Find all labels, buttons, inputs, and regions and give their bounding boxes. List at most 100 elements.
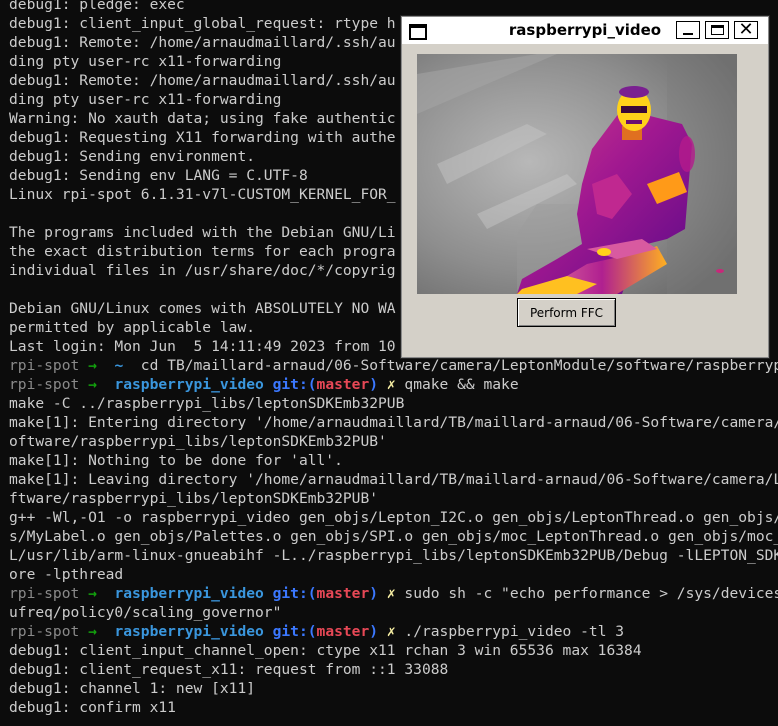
terminal-line: debug1: Sending environment.: [9, 147, 255, 166]
minimize-button[interactable]: [676, 21, 700, 39]
terminal-segment: oftware/raspberrypi_libs/leptonSDKEmb32P…: [9, 433, 387, 450]
terminal-segment: debug1: Remote: /home/arnaudmaillard/.ss…: [9, 34, 396, 51]
perform-ffc-button[interactable]: Perform FFC: [517, 298, 616, 327]
terminal-line: ore -lpthread: [9, 565, 123, 584]
terminal-line: oftware/raspberrypi_libs/leptonSDKEmb32P…: [9, 432, 387, 451]
terminal-segment: Last login: Mon Jun 5 14:11:49 2023 from…: [9, 338, 396, 355]
terminal-segment: make[1]: Leaving directory '/home/arnaud…: [9, 471, 778, 488]
terminal-line: debug1: client_input_channel_open: ctype…: [9, 641, 642, 660]
terminal-line: make[1]: Nothing to be done for 'all'.: [9, 451, 343, 470]
terminal-segment: git:(: [272, 376, 317, 393]
terminal-segment: →: [88, 585, 115, 602]
terminal-segment: ufreq/policy0/scaling_governor": [9, 604, 282, 621]
terminal-line: the exact distribution terms for each pr…: [9, 242, 396, 261]
terminal-line: debug1: pledge: exec: [9, 0, 185, 14]
terminal-line: debug1: Remote: /home/arnaudmaillard/.ss…: [9, 33, 396, 52]
terminal-segment: cd TB/maillard-arnaud/06-Software/camera…: [140, 357, 778, 374]
terminal-line: Linux rpi-spot 6.1.31-v7l-CUSTOM_KERNEL_…: [9, 185, 396, 204]
terminal-segment: ): [369, 623, 387, 640]
terminal-segment: debug1: client_input_global_request: rty…: [9, 15, 396, 32]
terminal-segment: make[1]: Nothing to be done for 'all'.: [9, 452, 343, 469]
terminal-segment: ding pty user-rc x11-forwarding: [9, 53, 282, 70]
window-titlebar[interactable]: raspberrypi_video ✕: [402, 17, 768, 44]
maximize-icon: [711, 25, 724, 35]
terminal-segment: Warning: No xauth data; using fake authe…: [9, 110, 396, 127]
terminal-segment: Debian GNU/Linux comes with ABSOLUTELY N…: [9, 300, 396, 317]
terminal-segment: The programs included with the Debian GN…: [9, 224, 396, 241]
terminal-segment: ./raspberrypi_video -tl 3: [404, 623, 625, 640]
close-icon: ✕: [738, 19, 754, 40]
terminal-segment: →: [88, 376, 115, 393]
thermal-image: [417, 54, 737, 294]
terminal-segment: ✗: [386, 376, 405, 393]
terminal-segment: ✗: [386, 585, 405, 602]
terminal-segment: ): [369, 585, 387, 602]
terminal-line: debug1: channel 1: new [x11]: [9, 679, 255, 698]
terminal-segment: make -C ../raspberrypi_libs/leptonSDKEmb…: [9, 395, 405, 412]
terminal-segment: rpi-spot: [9, 585, 89, 602]
terminal-segment: g++ -Wl,-O1 -o raspberrypi_video gen_obj…: [9, 509, 778, 526]
terminal-segment: make[1]: Entering directory '/home/arnau…: [9, 414, 778, 431]
terminal-line: rpi-spot → ~ cd TB/maillard-arnaud/06-So…: [9, 356, 778, 375]
terminal-segment: rpi-spot: [9, 376, 89, 393]
terminal-segment: raspberrypi_video: [114, 585, 273, 602]
terminal-segment: ftware/raspberrypi_libs/leptonSDKEmb32PU…: [9, 490, 379, 507]
terminal-segment: debug1: channel 1: new [x11]: [9, 680, 256, 697]
terminal-segment: sudo sh -c "echo performance > /sys/devi…: [404, 585, 778, 602]
terminal-line: ding pty user-rc x11-forwarding: [9, 90, 281, 109]
terminal-segment: debug1: Remote: /home/arnaudmaillard/.ss…: [9, 72, 396, 89]
terminal-line: make[1]: Entering directory '/home/arnau…: [9, 413, 778, 432]
maximize-button[interactable]: [705, 21, 729, 39]
terminal-line: Debian GNU/Linux comes with ABSOLUTELY N…: [9, 299, 396, 318]
terminal-line: debug1: Remote: /home/arnaudmaillard/.ss…: [9, 71, 396, 90]
terminal-segment: debug1: client_request_x11: request from…: [9, 661, 449, 678]
terminal-segment: debug1: Sending environment.: [9, 148, 256, 165]
terminal-line: debug1: client_input_global_request: rty…: [9, 14, 396, 33]
terminal-segment: ~: [114, 357, 141, 374]
terminal-line: The programs included with the Debian GN…: [9, 223, 396, 242]
raspberrypi-video-window: raspberrypi_video ✕ Perform FFC: [401, 16, 769, 358]
terminal-segment: debug1: client_input_channel_open: ctype…: [9, 642, 642, 659]
terminal-segment: Linux rpi-spot 6.1.31-v7l-CUSTOM_KERNEL_…: [9, 186, 396, 203]
terminal-segment: debug1: confirm x11: [9, 699, 176, 716]
terminal-segment: master: [316, 585, 370, 602]
terminal-line: Warning: No xauth data; using fake authe…: [9, 109, 396, 128]
terminal-line: s/MyLabel.o gen_objs/Palettes.o gen_objs…: [9, 527, 778, 546]
terminal-line: rpi-spot → raspberrypi_video git:(master…: [9, 375, 519, 394]
thermal-video-frame: [417, 54, 737, 294]
terminal-segment: permitted by applicable law.: [9, 319, 256, 336]
terminal-segment: git:(: [272, 585, 317, 602]
terminal-line: individual files in /usr/share/doc/*/cop…: [9, 261, 396, 280]
terminal-segment: rpi-spot: [9, 357, 89, 374]
terminal-segment: →: [88, 623, 115, 640]
terminal-line: debug1: Requesting X11 forwarding with a…: [9, 128, 396, 147]
terminal-segment: debug1: Sending env LANG = C.UTF-8: [9, 167, 308, 184]
terminal-line: ding pty user-rc x11-forwarding: [9, 52, 281, 71]
terminal-line: Last login: Mon Jun 5 14:11:49 2023 from…: [9, 337, 396, 356]
terminal-line: permitted by applicable law.: [9, 318, 255, 337]
terminal-segment: raspberrypi_video: [114, 623, 273, 640]
terminal-segment: s/MyLabel.o gen_objs/Palettes.o gen_objs…: [9, 528, 778, 545]
terminal-segment: the exact distribution terms for each pr…: [9, 243, 396, 260]
terminal-segment: L/usr/lib/arm-linux-gnueabihf -L../raspb…: [9, 547, 778, 564]
terminal-segment: qmake && make: [404, 376, 519, 393]
close-button[interactable]: ✕: [734, 19, 758, 40]
terminal-line: L/usr/lib/arm-linux-gnueabihf -L../raspb…: [9, 546, 778, 565]
terminal-segment: rpi-spot: [9, 623, 89, 640]
terminal-segment: ore -lpthread: [9, 566, 124, 583]
terminal-line: make[1]: Leaving directory '/home/arnaud…: [9, 470, 778, 489]
terminal-segment: ): [369, 376, 387, 393]
terminal-line: rpi-spot → raspberrypi_video git:(master…: [9, 622, 624, 641]
terminal-segment: master: [316, 376, 370, 393]
terminal-line: ufreq/policy0/scaling_governor": [9, 603, 281, 622]
terminal-line: debug1: client_request_x11: request from…: [9, 660, 448, 679]
terminal-line: make -C ../raspberrypi_libs/leptonSDKEmb…: [9, 394, 404, 413]
terminal-segment: raspberrypi_video: [114, 376, 273, 393]
terminal-line: g++ -Wl,-O1 -o raspberrypi_video gen_obj…: [9, 508, 778, 527]
terminal-segment: debug1: pledge: exec: [9, 0, 185, 13]
terminal-line: rpi-spot → raspberrypi_video git:(master…: [9, 584, 778, 603]
terminal-segment: master: [316, 623, 370, 640]
terminal-segment: ✗: [386, 623, 405, 640]
terminal-segment: git:(: [272, 623, 317, 640]
terminal-segment: debug1: Requesting X11 forwarding with a…: [9, 129, 396, 146]
